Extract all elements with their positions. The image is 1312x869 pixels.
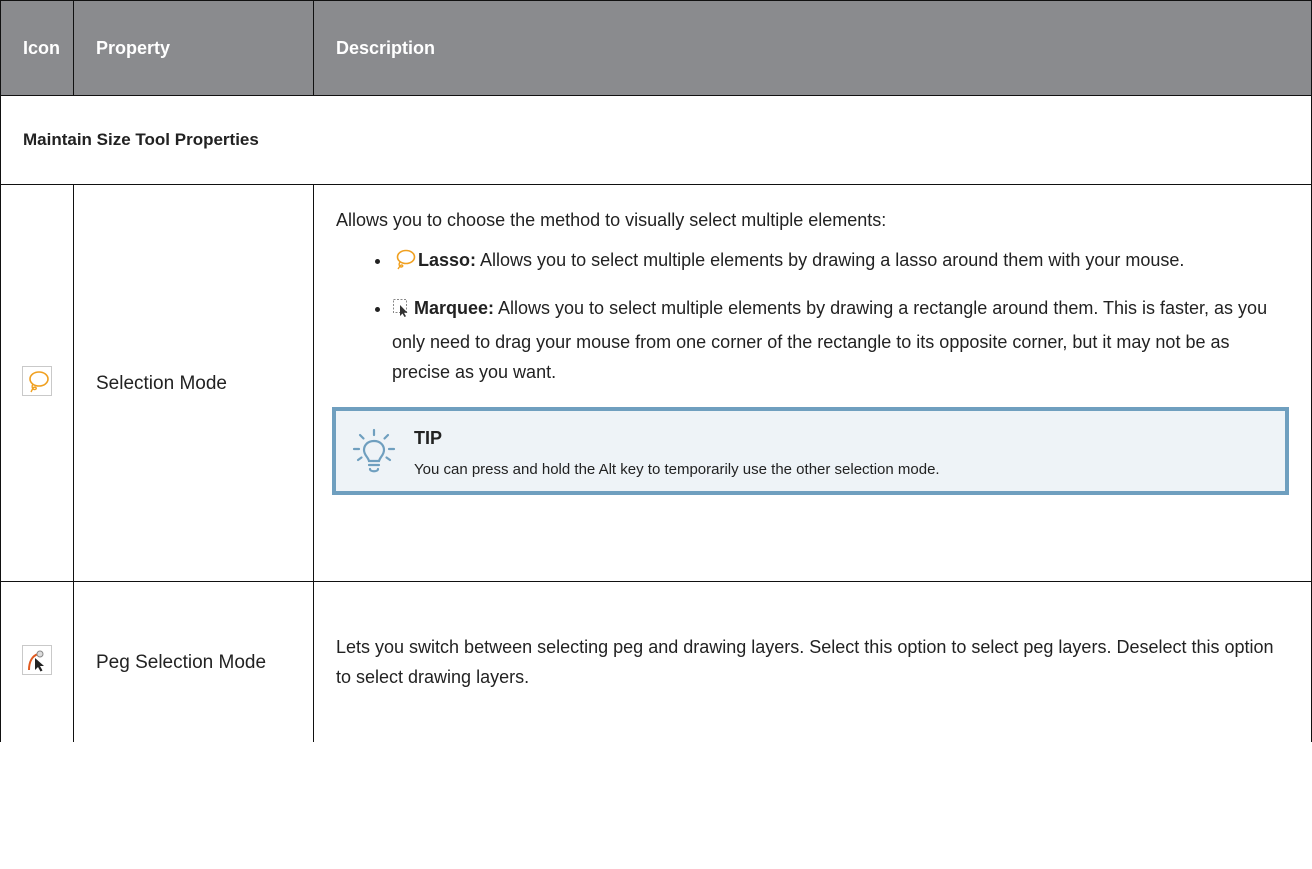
bullet-term: Lasso: [418, 250, 477, 270]
header-description: Description [313, 0, 1312, 96]
tip-box: TIP You can press and hold the Alt key t… [332, 407, 1289, 495]
icon-cell [0, 581, 74, 742]
lightbulb-icon [352, 427, 396, 486]
property-cell: Peg Selection Mode [73, 581, 314, 742]
list-item: Lasso: Allows you to select multiple ele… [392, 245, 1289, 279]
section-row: Maintain Size Tool Properties [0, 95, 1312, 185]
properties-table: Icon Property Description Maintain Size … [0, 0, 1312, 742]
section-title: Maintain Size Tool Properties [0, 95, 1312, 185]
header-icon: Icon [0, 0, 74, 96]
description-intro: Allows you to choose the method to visua… [336, 210, 887, 230]
bullet-text: Allows you to select multiple elements b… [392, 298, 1268, 382]
peg-selection-icon [22, 644, 52, 675]
bullet-term: Marquee: [414, 298, 495, 318]
table-header-row: Icon Property Description [0, 0, 1312, 96]
lasso-icon [22, 365, 52, 396]
table-row: Selection Mode Allows you to choose the … [0, 184, 1312, 582]
property-cell: Selection Mode [73, 184, 314, 582]
description-cell: Lets you switch between selecting peg an… [313, 581, 1312, 742]
bullet-text: Allows you to select multiple elements b… [476, 250, 1185, 270]
table-row: Peg Selection Mode Lets you switch betwe… [0, 581, 1312, 742]
icon-cell [0, 184, 74, 582]
tip-title: TIP [414, 428, 443, 448]
lasso-icon [392, 248, 416, 279]
tip-text: You can press and hold the Alt key to te… [414, 461, 940, 478]
marquee-icon [392, 297, 412, 327]
list-item: Marquee: Allows you to select multiple e… [392, 293, 1289, 387]
header-property: Property [73, 0, 314, 96]
description-cell: Allows you to choose the method to visua… [313, 184, 1312, 582]
option-list: Lasso: Allows you to select multiple ele… [336, 245, 1289, 387]
